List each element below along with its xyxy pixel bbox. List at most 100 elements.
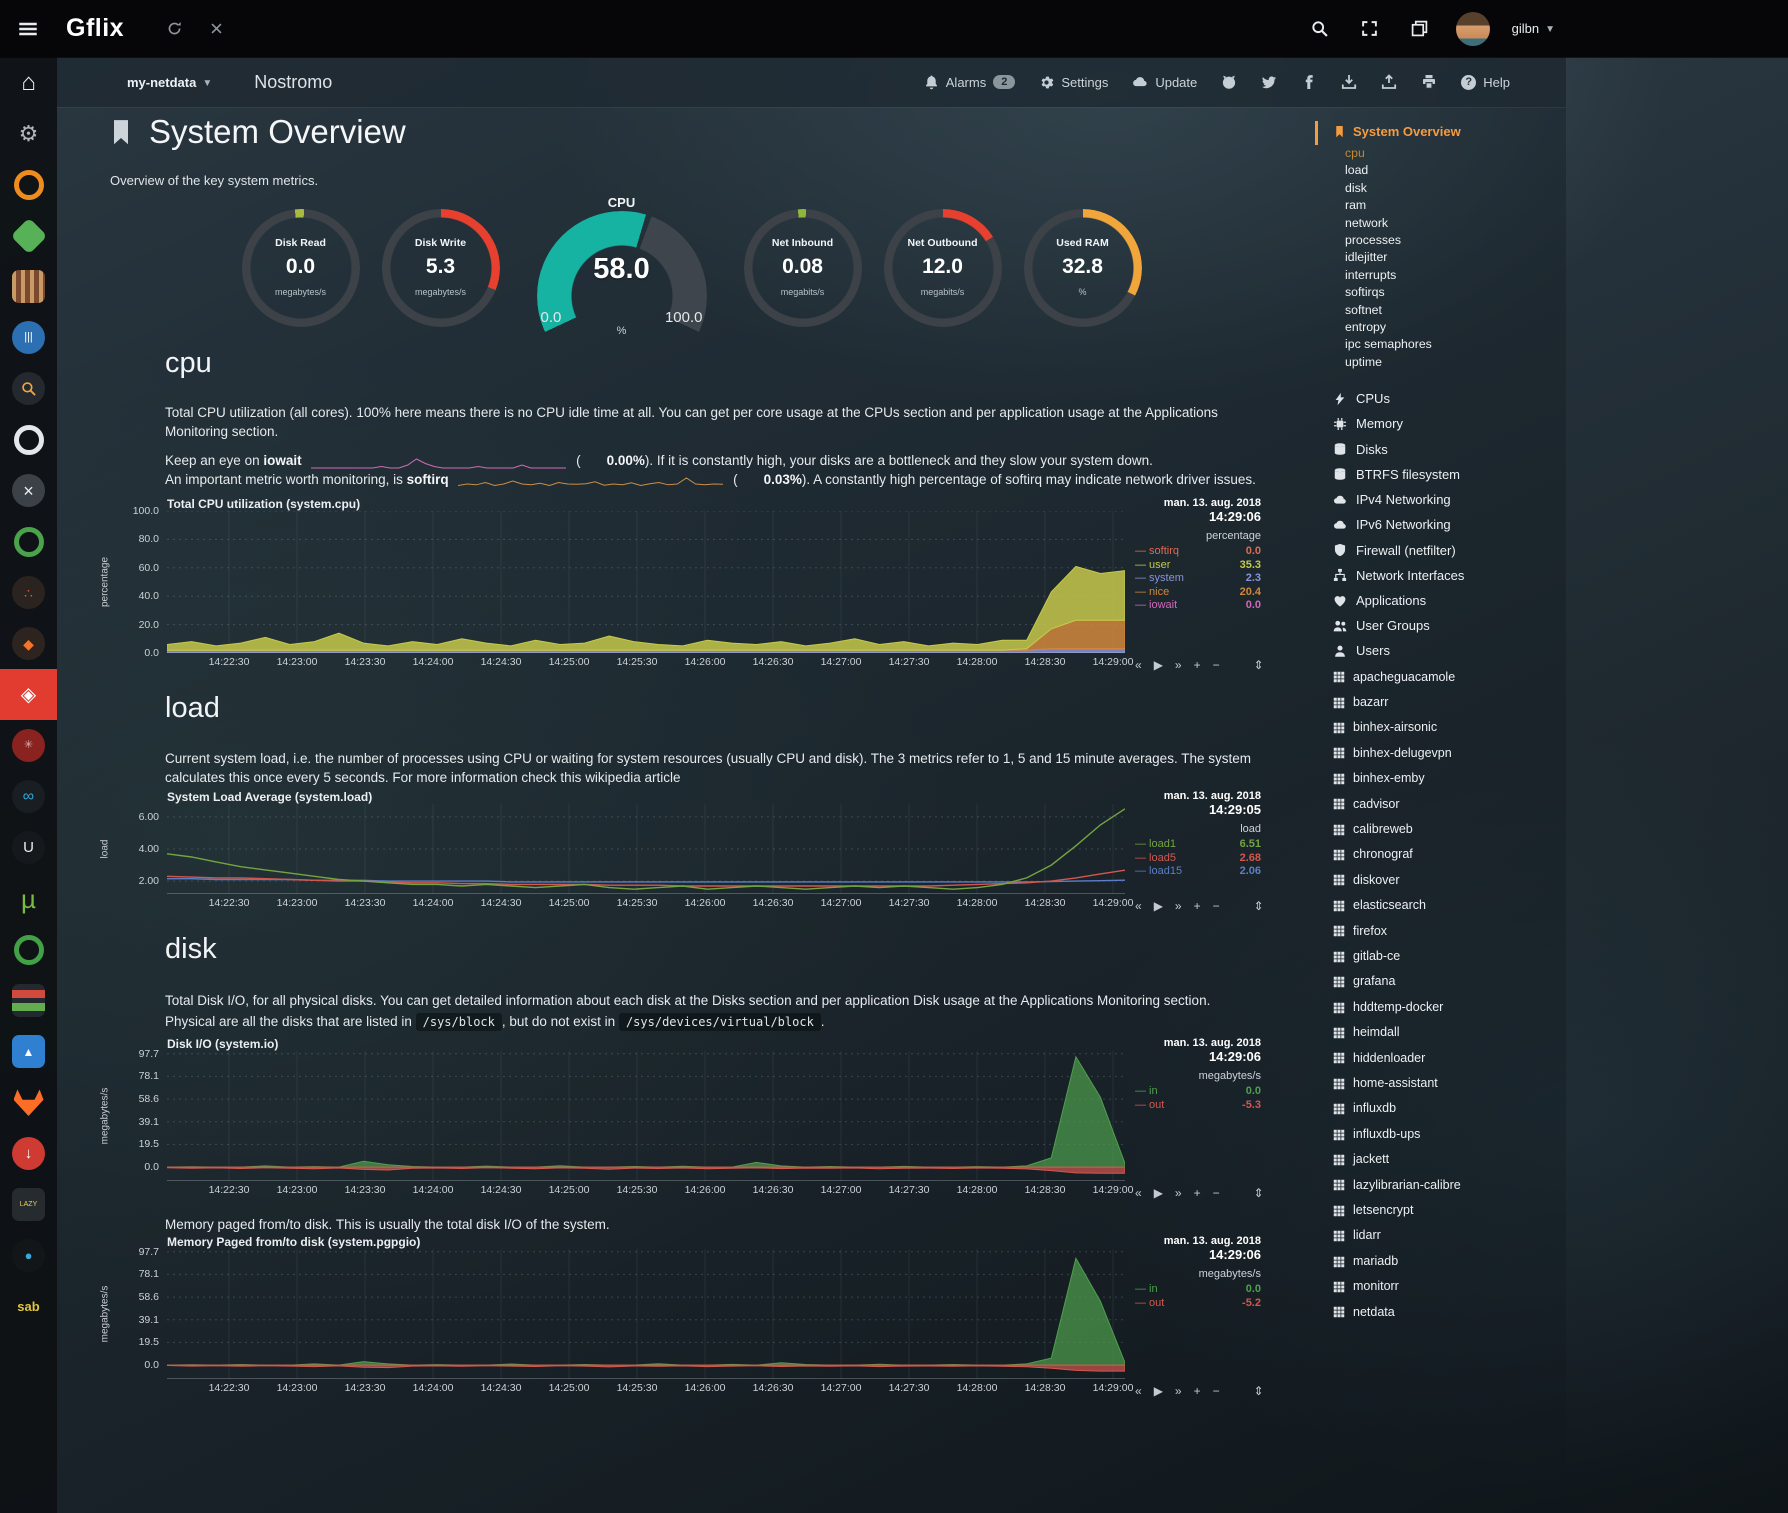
menu-item-cpus[interactable]: CPUs [1315,386,1565,411]
refresh-button[interactable] [160,15,188,43]
legend-item-load5[interactable]: — load52.68 [1135,852,1261,866]
menu-subitem-disk[interactable]: disk [1315,180,1565,197]
zoom-in-button[interactable]: + [1194,1187,1201,1199]
menu-app-lidarr[interactable]: lidarr [1315,1223,1565,1248]
sidebar-item-active-app-shield[interactable]: ◈ [0,669,57,720]
chart-plot-area[interactable] [167,804,1125,894]
menu-app-diskover[interactable]: diskover [1315,868,1565,893]
menu-app-bazarr[interactable]: bazarr [1315,690,1565,715]
twitter-link[interactable] [1261,74,1277,91]
menu-app-home-assistant[interactable]: home-assistant [1315,1071,1565,1096]
menu-app-apacheguacamole[interactable]: apacheguacamole [1315,665,1565,690]
sidebar-item-app-download[interactable]: ↓ [0,1128,57,1179]
play-button[interactable]: ▶ [1154,1187,1163,1199]
sidebar-item-lazylibrarian[interactable]: LAZY [0,1179,57,1230]
menu-app-monitorr[interactable]: monitorr [1315,1274,1565,1299]
menu-app-lazylibrarian-calibre[interactable]: lazylibrarian-calibre [1315,1173,1565,1198]
pan-forward-button[interactable]: » [1175,1187,1182,1199]
settings-button[interactable]: Settings [1039,74,1108,90]
gauge-disk-read[interactable]: Disk Read 0.0 megabytes/s [242,209,360,359]
menu-app-letsencrypt[interactable]: letsencrypt [1315,1198,1565,1223]
sidebar-item-app-green-ring[interactable] [0,516,57,567]
zoom-in-button[interactable]: + [1194,900,1201,912]
legend-item-in[interactable]: — in0.0 [1135,1283,1261,1297]
menu-app-calibreweb[interactable]: calibreweb [1315,817,1565,842]
sidebar-item-app-orange-ring[interactable] [0,159,57,210]
menu-app-binhex-delugevpn[interactable]: binhex-delugevpn [1315,741,1565,766]
chart-plot-area[interactable] [167,1249,1125,1379]
facebook-link[interactable] [1301,74,1317,91]
export-snapshot-button[interactable] [1341,74,1357,91]
menu-item-user-groups[interactable]: User Groups [1315,613,1565,638]
update-button[interactable]: Update [1132,74,1197,91]
sidebar-item-app-u-green[interactable]: µ [0,873,57,924]
sidebar-item-settings-gear[interactable]: ⚙ [0,108,57,159]
user-menu[interactable]: gilbn ▼ [1512,21,1555,36]
sidebar-item-app-search[interactable] [0,363,57,414]
tabs-button[interactable] [1406,15,1434,43]
chart-resize-handle[interactable]: ⇕ [1254,1385,1264,1397]
legend-item-system[interactable]: — system2.3 [1135,572,1261,586]
menu-app-elasticsearch[interactable]: elasticsearch [1315,893,1565,918]
play-button[interactable]: ▶ [1154,900,1163,912]
menu-app-binhex-airsonic[interactable]: binhex-airsonic [1315,715,1565,740]
user-avatar[interactable] [1456,12,1490,46]
iowait-sparkline[interactable] [305,453,572,468]
pan-forward-button[interactable]: » [1175,1385,1182,1397]
menu-item-applications[interactable]: Applications [1315,588,1565,613]
menu-app-gitlab-ce[interactable]: gitlab-ce [1315,944,1565,969]
sidebar-item-app-books[interactable] [0,261,57,312]
sidebar-item-app-flame[interactable]: ◆ [0,618,57,669]
pan-forward-button[interactable]: » [1175,659,1182,671]
server-dropdown[interactable]: my-netdata ▼ [127,75,212,90]
menu-subitem-idlejitter[interactable]: idlejitter [1315,249,1565,266]
menu-subitem-cpu[interactable]: cpu [1315,145,1565,162]
chart-plot-area[interactable] [167,511,1125,653]
menu-app-hddtemp-docker[interactable]: hddtemp-docker [1315,995,1565,1020]
sidebar-item-app-drop[interactable]: ● [0,1230,57,1281]
pan-backward-button[interactable]: « [1135,1187,1142,1199]
fullscreen-button[interactable] [1356,15,1384,43]
sidebar-item-app-blue-square[interactable]: ▲ [0,1026,57,1077]
menu-item-memory[interactable]: Memory [1315,411,1565,436]
menu-subitem-entropy[interactable]: entropy [1315,319,1565,336]
sidebar-item-home[interactable]: ⌂ [0,57,57,108]
legend-item-softirq[interactable]: — softirq0.0 [1135,545,1261,559]
menu-subitem-softirqs[interactable]: softirqs [1315,284,1565,301]
menu-subitem-ipc-semaphores[interactable]: ipc semaphores [1315,336,1565,353]
sidebar-item-app-white-ring[interactable] [0,414,57,465]
menu-app-jackett[interactable]: jackett [1315,1147,1565,1172]
play-button[interactable]: ▶ [1154,1385,1163,1397]
print-button[interactable] [1421,74,1437,91]
menu-subitem-ram[interactable]: ram [1315,197,1565,214]
menu-item-network-interfaces[interactable]: Network Interfaces [1315,563,1565,588]
zoom-in-button[interactable]: + [1194,659,1201,671]
menu-app-influxdb-ups[interactable]: influxdb-ups [1315,1122,1565,1147]
menu-app-hiddenloader[interactable]: hiddenloader [1315,1046,1565,1071]
menu-app-firefox[interactable]: firefox [1315,919,1565,944]
menu-subitem-network[interactable]: network [1315,215,1565,232]
menu-item-system-overview[interactable]: System Overview [1315,121,1565,142]
legend-item-load15[interactable]: — load152.06 [1135,865,1261,879]
pan-backward-button[interactable]: « [1135,1385,1142,1397]
alarms-button[interactable]: Alarms 2 [924,74,1016,90]
gauge-net-outbound[interactable]: Net Outbound 12.0 megabits/s [884,209,1002,359]
legend-item-out[interactable]: — out-5.2 [1135,1297,1261,1311]
sidebar-item-app-green-diamond[interactable] [0,210,57,261]
menu-app-netdata[interactable]: netdata [1315,1300,1565,1325]
legend-item-out[interactable]: — out-5.3 [1135,1099,1261,1113]
menu-app-binhex-emby[interactable]: binhex-emby [1315,766,1565,791]
zoom-out-button[interactable]: − [1213,659,1220,671]
zoom-in-button[interactable]: + [1194,1385,1201,1397]
softirq-sparkline[interactable] [452,472,729,487]
sidebar-item-app-dark-red-circle[interactable]: ✳ [0,720,57,771]
play-button[interactable]: ▶ [1154,659,1163,671]
menu-item-users[interactable]: Users [1315,638,1565,663]
menu-subitem-load[interactable]: load [1315,162,1565,179]
legend-item-user[interactable]: — user35.3 [1135,559,1261,573]
search-button[interactable] [1306,15,1334,43]
legend-item-nice[interactable]: — nice20.4 [1135,586,1261,600]
zoom-out-button[interactable]: − [1213,900,1220,912]
gauge-net-inbound[interactable]: Net Inbound 0.08 megabits/s [744,209,862,359]
legend-item-in[interactable]: — in0.0 [1135,1085,1261,1099]
